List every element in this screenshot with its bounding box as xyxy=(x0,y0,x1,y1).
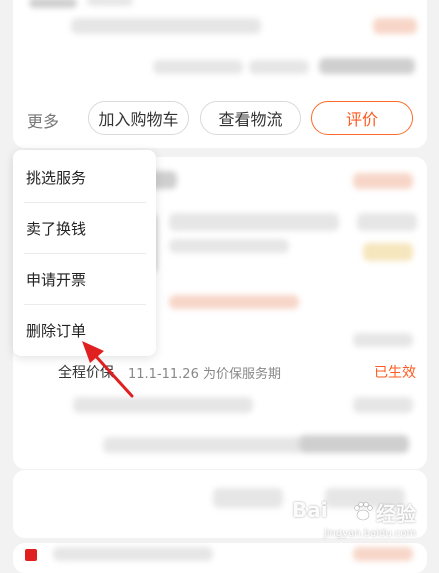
order-meta-blurred xyxy=(103,437,303,453)
shop-logo-icon xyxy=(25,549,37,561)
shop-name-blurred xyxy=(53,547,213,561)
watermark-url: jingyan.baidu.com xyxy=(324,528,417,539)
price-protection-status: 已生效 xyxy=(374,365,416,381)
add-to-cart-button[interactable]: 加入购物车 xyxy=(88,101,189,135)
product-title-blurred xyxy=(71,18,261,34)
order-status-blurred xyxy=(353,173,413,189)
qty-blurred xyxy=(353,333,413,347)
order-status-blurred xyxy=(373,18,417,34)
menu-item-sell-for-cash[interactable]: 卖了换钱 xyxy=(24,203,146,254)
shop-badge xyxy=(29,0,77,8)
product-price-blurred xyxy=(357,213,417,231)
product-spec-blurred xyxy=(169,239,289,253)
action-blurred xyxy=(213,488,283,508)
product-title-blurred xyxy=(169,213,339,231)
order-meta-blurred xyxy=(249,60,309,74)
menu-item-request-invoice[interactable]: 申请开票 xyxy=(24,254,146,305)
order-total-blurred xyxy=(299,435,409,453)
promo-tag-blurred xyxy=(169,295,299,309)
gift-qty-blurred xyxy=(353,397,413,413)
baidu-paw-icon xyxy=(354,501,373,521)
order-status-blurred xyxy=(353,547,413,561)
menu-item-select-service[interactable]: 挑选服务 xyxy=(24,152,146,203)
price-protection-label: 全程价保 xyxy=(58,365,114,381)
order-card-next xyxy=(13,543,427,573)
product-thumb-blurred xyxy=(87,0,133,6)
order-meta-blurred xyxy=(153,60,243,74)
review-button[interactable]: 评价 xyxy=(311,101,413,135)
gift-row-blurred xyxy=(73,397,253,413)
view-logistics-button[interactable]: 查看物流 xyxy=(200,101,301,135)
menu-item-delete-order[interactable]: 删除订单 xyxy=(24,305,146,356)
badge-blurred xyxy=(363,243,413,261)
watermark-brand: Bai xyxy=(292,498,328,522)
order-price-blurred xyxy=(319,58,415,74)
more-button[interactable]: 更多 xyxy=(27,108,59,132)
more-menu: 挑选服务 卖了换钱 申请开票 删除订单 xyxy=(13,150,156,356)
price-protection-period: 11.1-11.26 为价保服务期 xyxy=(128,367,281,382)
watermark-brand-suffix: 经验 xyxy=(376,502,416,526)
